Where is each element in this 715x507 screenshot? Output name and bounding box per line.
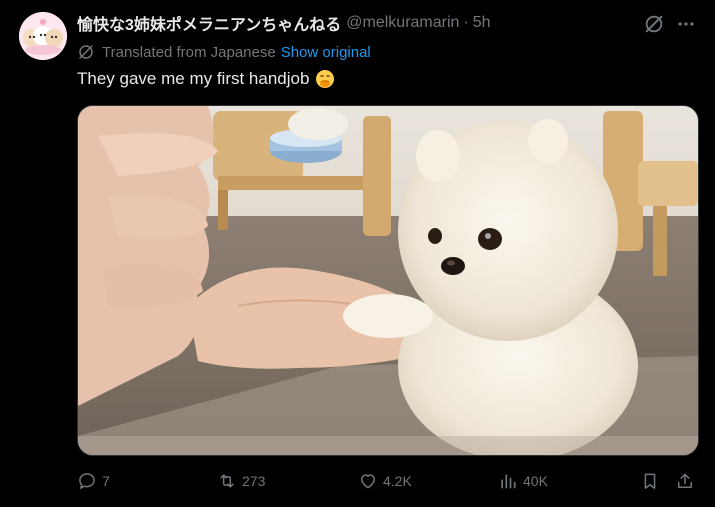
post-text-row: They gave me my first handjob bbox=[77, 68, 335, 90]
repost-count: 273 bbox=[242, 473, 266, 489]
heart-icon bbox=[361, 474, 375, 489]
reply-button[interactable]: 7 bbox=[77, 469, 110, 493]
like-button[interactable]: 4.2K bbox=[358, 469, 412, 493]
translate-icon bbox=[77, 43, 95, 61]
post-text: They gave me my first handjob bbox=[77, 69, 310, 88]
avatar[interactable] bbox=[19, 12, 67, 60]
analytics-icon bbox=[501, 474, 516, 489]
like-count: 4.2K bbox=[383, 473, 412, 489]
bookmark-icon bbox=[644, 473, 656, 489]
post-actions: 7 273 4.2K 40K bbox=[77, 469, 697, 493]
repost-button[interactable]: 273 bbox=[217, 469, 265, 493]
show-original-link[interactable]: Show original bbox=[281, 44, 371, 61]
grok-button[interactable] bbox=[642, 12, 666, 36]
bookmark-button[interactable] bbox=[640, 469, 660, 493]
share-button[interactable] bbox=[675, 469, 695, 493]
views-button[interactable]: 40K bbox=[498, 469, 548, 493]
views-count: 40K bbox=[523, 473, 548, 489]
translated-note: Translated from Japanese bbox=[102, 43, 276, 61]
grok-icon bbox=[645, 15, 663, 33]
more-horizontal-icon bbox=[678, 22, 694, 26]
author-handle[interactable]: @melkuramarin bbox=[346, 14, 459, 32]
separator-dot: · bbox=[463, 14, 469, 31]
post-header: 愉快な3姉妹ポメラニアンちゃんねる @melkuramarin · 5h bbox=[77, 11, 491, 35]
post-timestamp[interactable]: 5h bbox=[473, 14, 491, 32]
repost-icon bbox=[220, 474, 234, 488]
author-display-name[interactable]: 愉快な3姉妹ポメラニアンちゃんねる bbox=[77, 11, 341, 35]
post-media[interactable] bbox=[77, 105, 699, 456]
post-card[interactable]: 愉快な3姉妹ポメラニアンちゃんねる @melkuramarin · 5h Tra… bbox=[0, 0, 715, 507]
pomeranian-puppy-photo bbox=[78, 106, 698, 455]
share-icon bbox=[678, 473, 692, 488]
translation-row: Translated from Japanese Show original bbox=[77, 43, 371, 61]
reply-icon bbox=[79, 473, 95, 489]
more-options-button[interactable] bbox=[674, 12, 698, 36]
face-with-hand-over-mouth-emoji-icon bbox=[315, 69, 335, 89]
reply-count: 7 bbox=[102, 473, 110, 489]
